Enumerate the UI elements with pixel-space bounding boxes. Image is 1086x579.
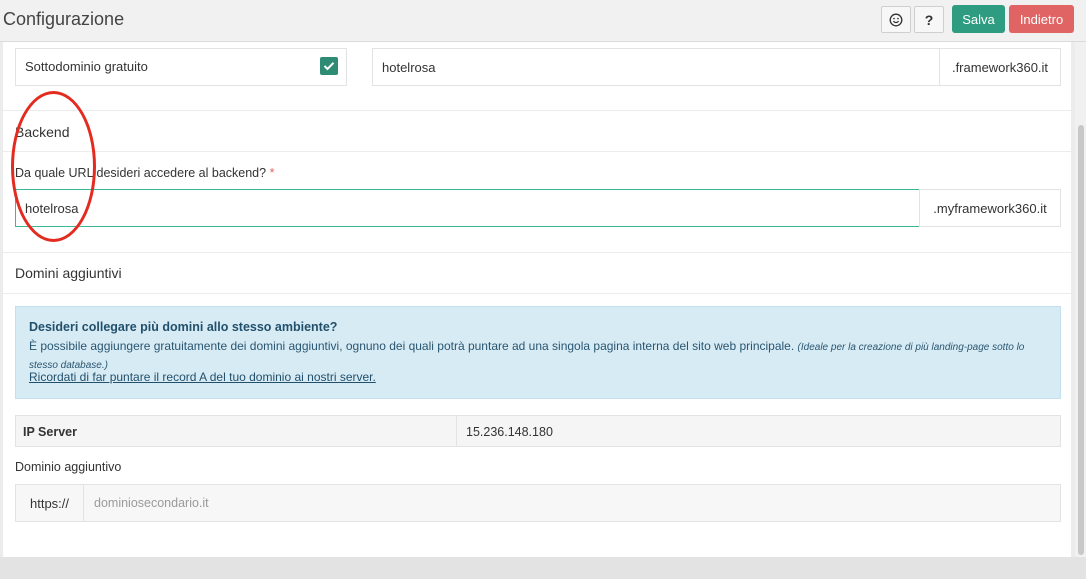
bottom-strip [0, 557, 1086, 579]
config-panel [3, 42, 1071, 557]
top-bar: Configurazione ? Salva Indietro [0, 0, 1086, 42]
info-title: Desideri collegare più domini allo stess… [29, 320, 338, 334]
smiley-icon [889, 13, 903, 26]
check-icon [323, 62, 335, 71]
help-button[interactable]: ? [914, 6, 944, 33]
subdomain-toggle-box: Sottodominio gratuito [15, 48, 347, 86]
divider [3, 293, 1071, 294]
ip-divider [456, 416, 457, 446]
info-text: È possibile aggiungere gratuitamente dei… [29, 338, 1044, 374]
required-mark: * [269, 166, 275, 180]
info-alert: Desideri collegare più domini allo stess… [15, 306, 1061, 399]
divider [3, 252, 1071, 253]
backend-url-suffix: .myframework360.it [919, 189, 1061, 227]
subdomain-input-value: hotelrosa [382, 60, 436, 75]
back-button[interactable]: Indietro [1009, 5, 1074, 33]
backend-url-input[interactable]: hotelrosa [15, 189, 920, 227]
divider [3, 151, 1071, 152]
subdomain-checkbox[interactable] [320, 57, 338, 75]
divider [3, 110, 1071, 111]
backend-section-title: Backend [15, 124, 70, 140]
ip-server-row: IP Server 15.236.148.180 [15, 415, 1061, 447]
backend-url-value: hotelrosa [25, 201, 79, 216]
info-link[interactable]: Ricordati di far puntare il record A del… [29, 370, 376, 384]
scrollbar-thumb[interactable] [1078, 125, 1084, 555]
subdomain-input[interactable]: hotelrosa [372, 48, 940, 86]
page-title: Configurazione [3, 9, 125, 29]
info-body: È possibile aggiungere gratuitamente dei… [29, 339, 795, 353]
url-placeholder: dominiosecondario.it [94, 496, 209, 510]
subdomain-label: Sottodominio gratuito [25, 59, 148, 74]
extra-domain-label: Dominio aggiuntivo [15, 460, 122, 474]
subdomain-suffix: .framework360.it [939, 48, 1061, 86]
backend-question-label: Da quale URL desideri accedere al backen… [15, 166, 274, 180]
backend-question-text: Da quale URL desideri accedere al backen… [15, 166, 267, 180]
extra-domains-section-title: Domini aggiuntivi [15, 265, 122, 281]
smiley-button[interactable] [881, 6, 911, 33]
url-prefix: https:// [16, 485, 84, 521]
extra-domain-input[interactable]: https:// dominiosecondario.it [15, 484, 1061, 522]
ip-server-value: 15.236.148.180 [466, 425, 553, 439]
ip-server-label: IP Server [23, 425, 77, 439]
save-button[interactable]: Salva [952, 5, 1005, 33]
